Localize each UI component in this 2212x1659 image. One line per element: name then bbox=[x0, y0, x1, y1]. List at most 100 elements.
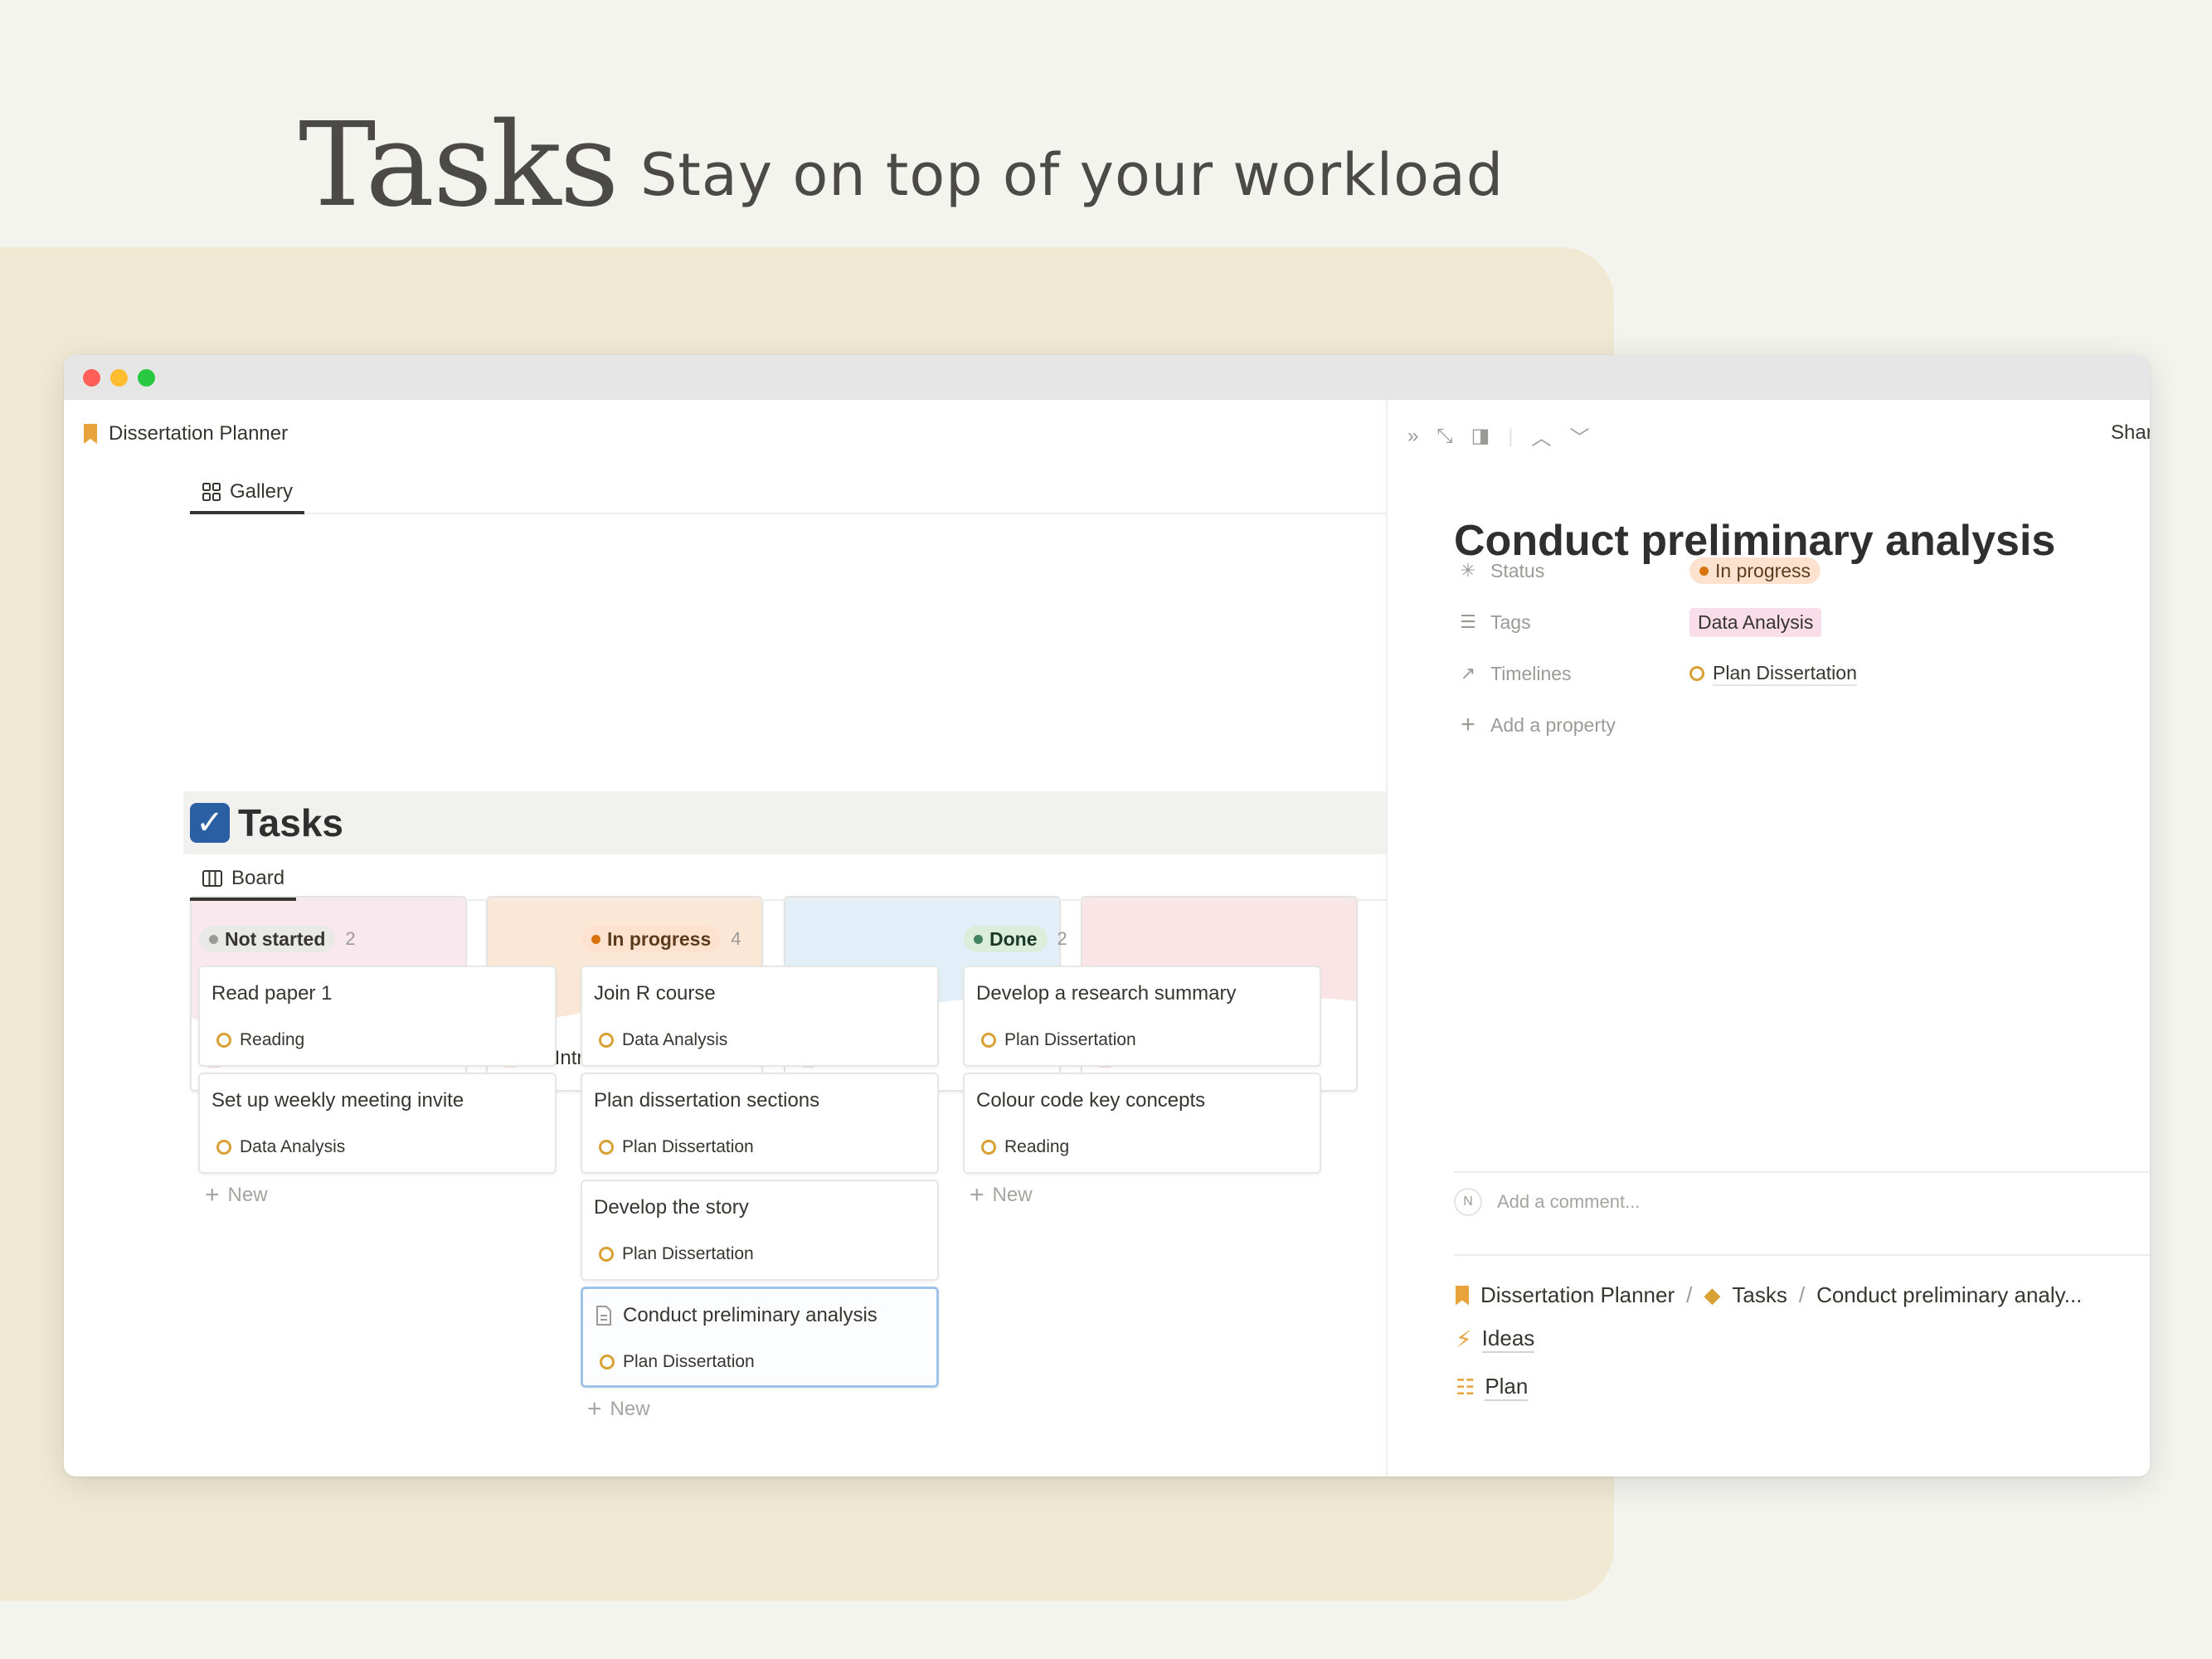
link-plan[interactable]: ☷ Plan bbox=[1456, 1374, 1529, 1401]
task-title-text: Develop the story bbox=[594, 1196, 749, 1219]
property-timelines-label: Timelines bbox=[1490, 662, 1572, 684]
board-column-header: Not started 2 bbox=[199, 926, 356, 952]
divider bbox=[1454, 1171, 2150, 1173]
tab-board[interactable]: Board bbox=[190, 859, 297, 901]
share-button[interactable]: Share bbox=[2111, 421, 2150, 445]
new-card-button[interactable]: + New bbox=[587, 1397, 650, 1422]
board-view-tabs: Board bbox=[190, 859, 1393, 901]
link-ideas[interactable]: ⚡ Ideas bbox=[1456, 1326, 1535, 1353]
chevron-down-icon[interactable]: ﹀ bbox=[1569, 421, 1589, 450]
breadcrumb[interactable]: Dissertation Planner bbox=[84, 420, 288, 448]
lightning-icon: ⚡ bbox=[1456, 1326, 1472, 1352]
plus-icon: + bbox=[1461, 711, 1475, 738]
task-title-text: Read paper 1 bbox=[211, 982, 333, 1005]
task-relation: Plan Dissertation bbox=[599, 1137, 754, 1157]
task-title-text: Conduct preliminary analysis bbox=[623, 1304, 878, 1326]
timeline-relation[interactable]: Plan Dissertation bbox=[1713, 662, 1857, 686]
property-timelines[interactable]: ↗ Timelines Plan Dissertation bbox=[1457, 657, 2121, 690]
title-bar bbox=[64, 355, 2150, 400]
ring-icon bbox=[599, 1140, 614, 1155]
task-title: Set up weekly meeting invite bbox=[211, 1089, 464, 1112]
new-card-label: New bbox=[610, 1398, 650, 1420]
task-card[interactable]: Join R course Data Analysis bbox=[581, 966, 939, 1067]
plus-icon: + bbox=[587, 1395, 602, 1423]
task-card[interactable]: Read paper 1 Reading bbox=[198, 966, 557, 1067]
status-dot-icon bbox=[591, 934, 600, 944]
app-window: Dissertation Planner Gallery 1. Abstract… bbox=[64, 355, 2150, 1477]
task-title-text: Join R course bbox=[594, 982, 716, 1005]
avatar: N bbox=[1454, 1188, 1482, 1216]
task-title: Join R course bbox=[594, 982, 716, 1005]
minimize-window-button[interactable] bbox=[110, 369, 128, 387]
status-badge-label: In progress bbox=[1715, 559, 1811, 581]
status-badge-label: In progress bbox=[607, 927, 712, 950]
ring-icon bbox=[600, 1355, 615, 1370]
arrow-up-right-icon: ↗ bbox=[1460, 663, 1476, 684]
tab-gallery[interactable]: Gallery bbox=[190, 473, 305, 514]
page-icon bbox=[596, 1306, 611, 1326]
expand-icon[interactable]: ⤡ bbox=[1437, 425, 1452, 448]
task-card[interactable]: Develop a research summary Plan Dissertat… bbox=[963, 966, 1321, 1067]
tasks-header: ✓ Tasks bbox=[183, 791, 1510, 854]
task-title: Develop the story bbox=[594, 1196, 749, 1219]
task-title: Develop a research summary bbox=[976, 982, 1236, 1005]
breadcrumb-parent[interactable]: Tasks bbox=[1732, 1282, 1787, 1308]
close-window-button[interactable] bbox=[83, 369, 100, 387]
task-relation: Plan Dissertation bbox=[600, 1352, 755, 1372]
task-card[interactable]: Conduct preliminary analysis Plan Dissert… bbox=[581, 1287, 939, 1388]
plus-icon: + bbox=[205, 1181, 220, 1209]
new-card-button[interactable]: + New bbox=[970, 1183, 1033, 1208]
status-dot-icon bbox=[209, 934, 218, 944]
task-relation-label: Plan Dissertation bbox=[1004, 1030, 1136, 1049]
comment-placeholder: Add a comment... bbox=[1497, 1191, 1641, 1212]
breadcrumb-separator: / bbox=[1798, 1282, 1806, 1307]
task-title: Conduct preliminary analysis bbox=[595, 1304, 878, 1327]
side-peek-icon[interactable]: ◨ bbox=[1471, 424, 1490, 448]
add-property-button[interactable]: + Add a property bbox=[1457, 708, 2121, 742]
comment-input[interactable]: N Add a comment... bbox=[1454, 1188, 1640, 1216]
gallery-view-tabs: Gallery bbox=[190, 473, 1393, 514]
divider bbox=[1454, 1254, 2150, 1256]
ring-icon bbox=[981, 1033, 996, 1048]
new-card-label: New bbox=[992, 1184, 1033, 1206]
task-title: Colour code key concepts bbox=[976, 1089, 1205, 1112]
tab-gallery-label: Gallery bbox=[230, 480, 294, 503]
chevron-up-icon[interactable]: ︿ bbox=[1531, 421, 1551, 450]
task-title-text: Colour code key concepts bbox=[976, 1089, 1206, 1112]
status-dot-icon bbox=[1699, 566, 1709, 576]
task-relation: Plan Dissertation bbox=[981, 1030, 1136, 1050]
property-tags-label: Tags bbox=[1490, 611, 1531, 633]
task-card[interactable]: Develop the story Plan Dissertation bbox=[581, 1180, 939, 1281]
property-status[interactable]: ✳ Status In progress bbox=[1457, 554, 2121, 587]
status-badge[interactable]: In progress bbox=[1689, 557, 1821, 584]
task-title: Plan dissertation sections bbox=[594, 1089, 819, 1112]
list-icon: ☰ bbox=[1460, 611, 1476, 632]
task-card[interactable]: Plan dissertation sections Plan Dissertat… bbox=[581, 1073, 939, 1174]
breadcrumb-root[interactable]: Dissertation Planner bbox=[1480, 1282, 1675, 1308]
status-badge: In progress bbox=[581, 926, 722, 952]
task-card[interactable]: Colour code key concepts Reading bbox=[963, 1073, 1321, 1174]
new-card-label: New bbox=[227, 1184, 268, 1206]
link-ideas-label: Ideas bbox=[1481, 1326, 1535, 1353]
task-card[interactable]: Set up weekly meeting invite Data Analysi… bbox=[198, 1073, 557, 1174]
task-relation-label: Plan Dissertation bbox=[622, 1244, 754, 1263]
breadcrumb-current[interactable]: Conduct preliminary analy... bbox=[1816, 1282, 2082, 1308]
close-peek-icon[interactable]: » bbox=[1407, 425, 1418, 448]
property-tags[interactable]: ☰ Tags Data Analysis bbox=[1457, 606, 2121, 639]
breadcrumb-page[interactable]: Dissertation Planner bbox=[109, 422, 288, 445]
panel-toolbar: » ⤡ ◨ | ︿ ﹀ bbox=[1407, 421, 1589, 450]
toolbar-divider: | bbox=[1508, 424, 1514, 447]
tag-badge[interactable]: Data Analysis bbox=[1689, 607, 1822, 637]
link-plan-label: Plan bbox=[1485, 1374, 1529, 1401]
list-arrow-icon: ☷ bbox=[1456, 1374, 1475, 1399]
column-count: 4 bbox=[731, 928, 741, 949]
task-relation: Reading bbox=[216, 1030, 304, 1050]
task-relation: Data Analysis bbox=[216, 1137, 345, 1157]
task-relation-label: Reading bbox=[1004, 1137, 1070, 1156]
status-badge: Done bbox=[964, 926, 1048, 952]
task-relation-label: Data Analysis bbox=[240, 1137, 346, 1156]
column-count: 2 bbox=[345, 928, 356, 949]
new-card-button[interactable]: + New bbox=[205, 1183, 268, 1208]
breadcrumb-separator: / bbox=[1686, 1282, 1693, 1307]
maximize-window-button[interactable] bbox=[138, 369, 155, 387]
